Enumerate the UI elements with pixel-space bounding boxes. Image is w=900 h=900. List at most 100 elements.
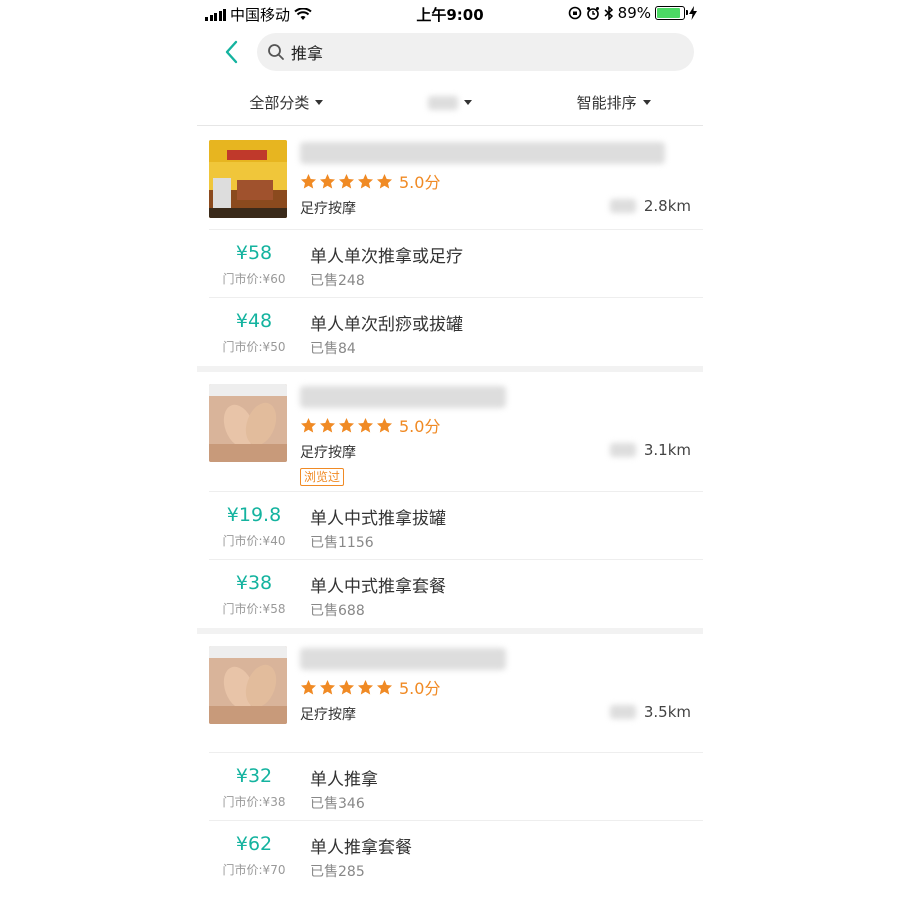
filter-sort[interactable]: 智能排序 (577, 92, 651, 113)
shop-category: 足疗按摩 (300, 707, 356, 723)
rating-score: 5.0分 (399, 679, 441, 698)
deal-sold-count: 已售84 (310, 341, 356, 357)
deal-sold-count: 已售1156 (310, 535, 374, 551)
caret-down-icon (315, 100, 324, 105)
deal-title: 单人中式推拿拔罐 (310, 509, 446, 529)
deal-sold-count: 已售346 (310, 796, 365, 812)
rating-score: 5.0分 (399, 417, 441, 436)
shop-header[interactable]: 5.0分 足疗按摩 3.5km (209, 634, 703, 753)
star-icon (301, 679, 316, 694)
filter-location-label-blurred (428, 95, 458, 110)
filter-category-label: 全部分类 (249, 94, 310, 112)
deal-price: ¥48 (235, 310, 273, 332)
caret-down-icon (464, 100, 472, 105)
deal-price: ¥62 (235, 833, 273, 855)
area-label-blurred (609, 199, 636, 213)
battery-percent: 89% (617, 4, 651, 22)
charging-icon (689, 6, 697, 20)
star-icon (339, 173, 354, 188)
star-rating (300, 679, 393, 696)
deal-item[interactable]: ¥62 门市价:¥70 单人推拿套餐 已售285 (209, 821, 703, 889)
shop-thumbnail (209, 646, 287, 724)
star-rating (300, 417, 393, 434)
deal-title: 单人推拿套餐 (310, 838, 412, 858)
deal-price: ¥58 (235, 242, 273, 264)
shop-rating: 5.0分 (300, 413, 440, 437)
shop-card[interactable]: 5.0分 足疗按摩 3.5km ¥32 门市价:¥38 单人推拿 已售346 ¥… (197, 634, 703, 889)
back-button[interactable] (219, 36, 247, 68)
shop-category: 足疗按摩 (300, 445, 356, 461)
deal-item[interactable]: ¥19.8 门市价:¥40 单人中式推拿拔罐 已售1156 (209, 492, 703, 560)
star-icon (320, 679, 335, 694)
shop-rating: 5.0分 (300, 169, 440, 193)
filter-bar: 全部分类 智能排序 (197, 80, 703, 126)
search-row (197, 30, 703, 74)
star-icon (358, 679, 373, 694)
distance-value: 3.5km (643, 703, 691, 721)
deal-sold-count: 已售248 (310, 273, 365, 289)
star-icon (320, 173, 335, 188)
shop-name-blurred (300, 386, 506, 408)
shop-card[interactable]: 5.0分 足疗按摩 2.8km ¥58 门市价:¥60 单人单次推拿或足疗 已售… (197, 128, 703, 366)
status-bar: 中国移动 上午9:00 89% (197, 0, 703, 26)
filter-category[interactable]: 全部分类 (249, 92, 324, 113)
star-icon (377, 679, 392, 694)
back-chevron-icon (225, 40, 238, 64)
deal-original-price: 门市价:¥70 (222, 863, 286, 877)
star-icon (358, 173, 373, 188)
star-icon (301, 173, 316, 188)
deal-item[interactable]: ¥32 门市价:¥38 单人推拿 已售346 (209, 753, 703, 821)
search-box[interactable] (257, 33, 694, 71)
star-icon (377, 173, 392, 188)
deal-original-price: 门市价:¥50 (222, 340, 286, 354)
deal-price: ¥19.8 (226, 504, 282, 526)
filter-location[interactable] (428, 95, 472, 110)
deal-sold-count: 已售688 (310, 603, 365, 619)
bluetooth-icon (604, 6, 613, 20)
star-icon (301, 417, 316, 432)
rating-score: 5.0分 (399, 173, 441, 192)
shop-header[interactable]: 5.0分 足疗按摩 2.8km (209, 128, 703, 230)
deal-title: 单人推拿 (310, 770, 378, 790)
status-right: 89% (568, 4, 697, 22)
filter-sort-label: 智能排序 (576, 94, 637, 112)
star-icon (339, 417, 354, 432)
deal-original-price: 门市价:¥58 (222, 602, 286, 616)
shop-distance: 2.8km (609, 197, 691, 215)
search-icon (268, 44, 284, 60)
caret-down-icon (642, 100, 651, 105)
deal-price: ¥38 (235, 572, 273, 594)
deal-title: 单人中式推拿套餐 (310, 577, 446, 597)
shop-distance: 3.5km (609, 703, 691, 721)
star-icon (339, 679, 354, 694)
deal-item[interactable]: ¥38 门市价:¥58 单人中式推拿套餐 已售688 (209, 560, 703, 628)
lock-rotation-icon (568, 6, 581, 20)
deal-title: 单人单次刮痧或拔罐 (310, 315, 463, 335)
viewed-badge: 浏览过 (300, 468, 345, 486)
shop-name-blurred (300, 142, 665, 164)
deal-original-price: 门市价:¥40 (222, 534, 286, 548)
battery-icon (655, 6, 688, 20)
deal-item[interactable]: ¥48 门市价:¥50 单人单次刮痧或拔罐 已售84 (209, 298, 703, 366)
shop-header[interactable]: 5.0分 足疗按摩 3.1km 浏览过 (209, 372, 703, 492)
star-icon (320, 417, 335, 432)
deal-original-price: 门市价:¥60 (222, 272, 286, 286)
deal-original-price: 门市价:¥38 (222, 795, 286, 809)
area-label-blurred (609, 705, 636, 719)
deal-sold-count: 已售285 (310, 864, 365, 880)
shop-thumbnail (209, 384, 287, 462)
star-icon (358, 417, 373, 432)
deal-item[interactable]: ¥58 门市价:¥60 单人单次推拿或足疗 已售248 (209, 230, 703, 298)
shop-distance: 3.1km (609, 441, 691, 459)
area-label-blurred (609, 443, 636, 457)
shop-thumbnail (209, 140, 287, 218)
shop-list: 5.0分 足疗按摩 2.8km ¥58 门市价:¥60 单人单次推拿或足疗 已售… (197, 128, 703, 889)
search-input[interactable] (291, 42, 671, 62)
distance-value: 3.1km (643, 441, 691, 459)
star-rating (300, 173, 393, 190)
shop-rating: 5.0分 (300, 675, 440, 699)
distance-value: 2.8km (643, 197, 691, 215)
shop-card[interactable]: 5.0分 足疗按摩 3.1km 浏览过 ¥19.8 门市价:¥40 单人中式推拿… (197, 372, 703, 628)
deal-title: 单人单次推拿或足疗 (310, 247, 463, 267)
deal-price: ¥32 (235, 765, 273, 787)
